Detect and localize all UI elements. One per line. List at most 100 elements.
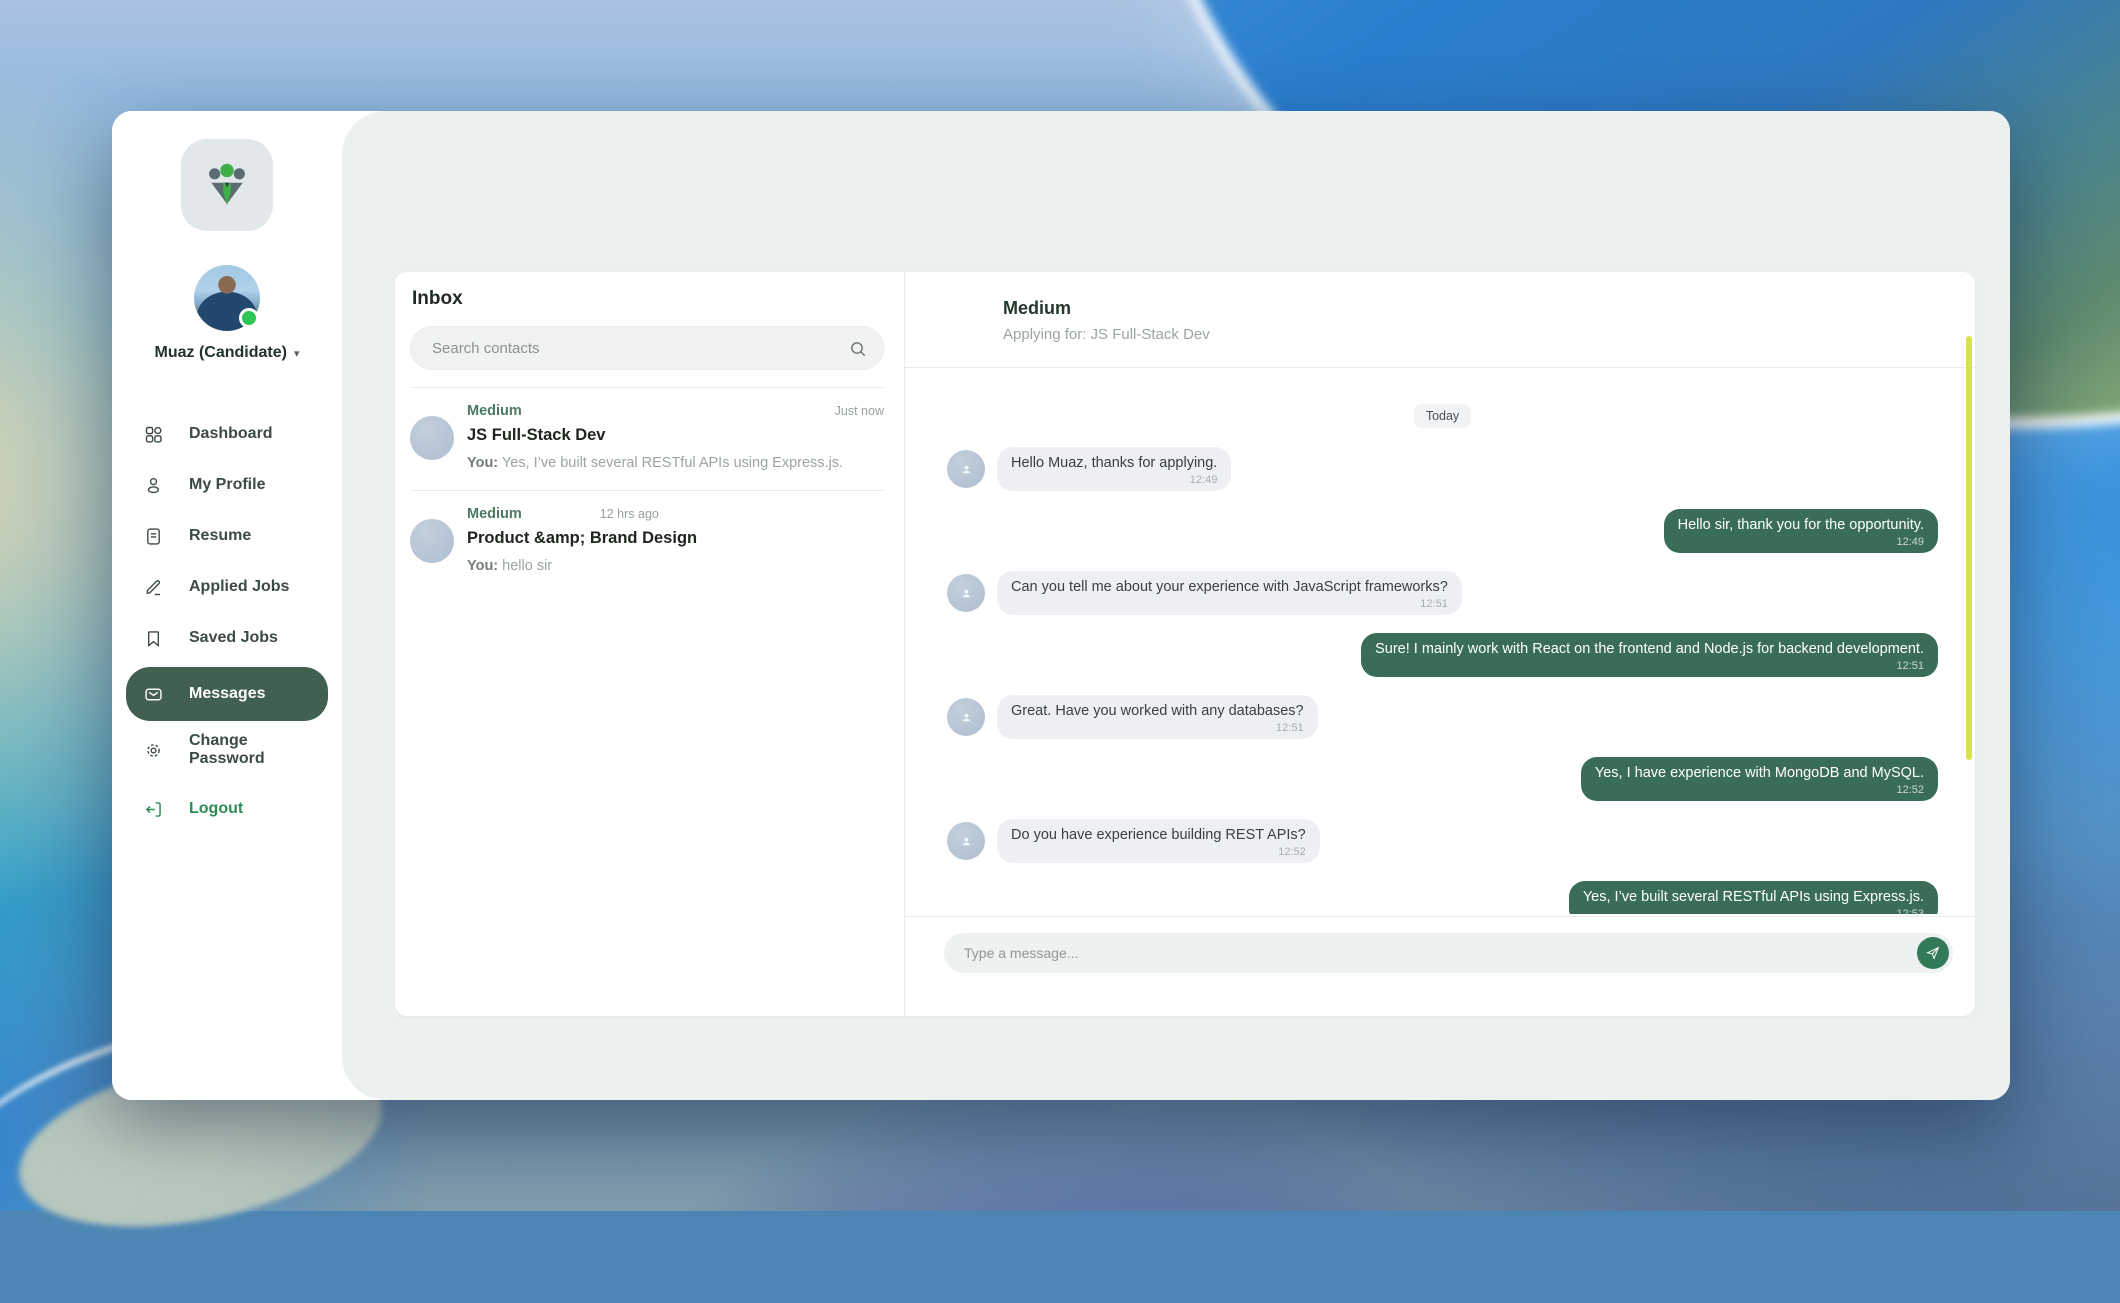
message-timestamp: 12:51 <box>1011 722 1304 735</box>
app-logo-icon <box>181 139 273 231</box>
user-avatar <box>194 265 260 331</box>
search-contacts <box>410 326 884 370</box>
sidebar-item-saved-jobs[interactable]: Saved Jobs <box>126 616 328 660</box>
message-row: Sure! I mainly work with React on the fr… <box>947 633 1938 677</box>
conversation-job-title: Product &amp; Brand Design <box>467 529 884 548</box>
sidebar-item-label: My Profile <box>189 476 265 494</box>
message-timestamp: 12:49 <box>1678 536 1924 549</box>
logout-label: Logout <box>189 800 243 818</box>
message-row: Yes, I’ve built several RESTful APIs usi… <box>947 881 1938 914</box>
app-window: Muaz (Candidate) ▾ Dashboard My Profile … <box>112 111 2010 1100</box>
sidebar-item-label: Change Password <box>189 732 311 768</box>
conversation-company: Medium <box>467 506 522 522</box>
sidebar-item-label: Dashboard <box>189 425 273 443</box>
message-bubble: Hello sir, thank you for the opportunity… <box>1664 509 1938 553</box>
chat-company-name: Medium <box>1003 298 1975 319</box>
sidebar-item-label: Saved Jobs <box>189 629 278 647</box>
send-plane-icon <box>1925 945 1941 961</box>
sidebar-item-messages[interactable]: Messages <box>126 667 328 721</box>
message-bubble: Yes, I’ve built several RESTful APIs usi… <box>1569 881 1938 914</box>
inbox-title: Inbox <box>412 288 884 310</box>
sender-avatar <box>947 822 985 860</box>
message-bubble: Great. Have you worked with any database… <box>997 695 1318 739</box>
logout-icon <box>143 799 164 820</box>
message-timestamp: 12:52 <box>1595 784 1924 797</box>
message-list: Today Hello Muaz, thanks for applying. 1… <box>905 369 1975 914</box>
sidebar-item-change-password[interactable]: Change Password <box>126 728 328 772</box>
profile-section: Muaz (Candidate) ▾ <box>112 265 342 362</box>
conversation-company: Medium <box>467 403 522 419</box>
preview-sender-prefix: You: <box>467 455 498 471</box>
message-row: Do you have experience building REST API… <box>947 819 1938 863</box>
search-icon <box>848 339 868 359</box>
message-row: Hello Muaz, thanks for applying. 12:49 <box>947 447 1938 491</box>
bookmark-icon <box>143 628 164 649</box>
gear-icon <box>143 740 164 761</box>
preview-sender-prefix: You: <box>467 558 498 574</box>
message-row: Great. Have you worked with any database… <box>947 695 1938 739</box>
message-bubble: Yes, I have experience with MongoDB and … <box>1581 757 1938 801</box>
mini-person-icon <box>959 462 974 477</box>
message-timestamp: 12:53 <box>1583 908 1924 914</box>
message-timestamp: 12:51 <box>1375 660 1924 673</box>
chat-scrollbar-thumb[interactable] <box>1966 336 1972 760</box>
conversation-job-title: JS Full-Stack Dev <box>467 426 884 445</box>
mini-person-icon <box>959 834 974 849</box>
sidebar-item-logout[interactable]: Logout <box>126 787 328 831</box>
message-timestamp: 12:52 <box>1011 846 1306 859</box>
contact-avatar <box>410 416 454 460</box>
online-status-dot <box>239 308 259 328</box>
message-composer <box>905 916 1975 1016</box>
user-icon <box>143 475 164 496</box>
sidebar-item-my-profile[interactable]: My Profile <box>126 463 328 507</box>
date-separator: Today <box>1414 404 1471 428</box>
sender-avatar <box>947 698 985 736</box>
conversation-timestamp: 12 hrs ago <box>600 507 659 521</box>
chat-subtitle: Applying for: JS Full-Stack Dev <box>1003 326 1975 343</box>
sidebar-item-dashboard[interactable]: Dashboard <box>126 412 328 456</box>
conversation-preview: You: Yes, I’ve built several RESTful API… <box>467 453 862 473</box>
pencil-icon <box>143 577 164 598</box>
conversation-preview: You: hello sir <box>467 556 862 576</box>
sidebar: Muaz (Candidate) ▾ Dashboard My Profile … <box>112 111 342 1100</box>
message-row: Can you tell me about your experience wi… <box>947 571 1938 615</box>
conversation-timestamp: Just now <box>835 404 884 418</box>
conversation-list: Medium Just now JS Full-Stack Dev You: Y… <box>410 387 884 593</box>
sidebar-item-resume[interactable]: Resume <box>126 514 328 558</box>
dashboard-grid-icon <box>143 424 164 445</box>
message-bubble: Do you have experience building REST API… <box>997 819 1320 863</box>
send-button[interactable] <box>1917 937 1949 969</box>
message-bubble: Hello Muaz, thanks for applying. 12:49 <box>997 447 1231 491</box>
sender-avatar <box>947 450 985 488</box>
sidebar-item-label: Applied Jobs <box>189 578 289 596</box>
content-area: Inbox Medium Just now JS Full-Stack Dev … <box>342 111 2010 1100</box>
user-menu[interactable]: Muaz (Candidate) ▾ <box>112 344 342 362</box>
sidebar-item-applied-jobs[interactable]: Applied Jobs <box>126 565 328 609</box>
message-bubble: Can you tell me about your experience wi… <box>997 571 1462 615</box>
chat-header: Medium Applying for: JS Full-Stack Dev <box>905 272 1975 368</box>
message-row: Yes, I have experience with MongoDB and … <box>947 757 1938 801</box>
mini-person-icon <box>959 586 974 601</box>
messages-card: Inbox Medium Just now JS Full-Stack Dev … <box>395 272 1975 1016</box>
envelope-icon <box>143 684 164 705</box>
sender-avatar <box>947 574 985 612</box>
user-name: Muaz (Candidate) <box>155 344 287 362</box>
message-row: Hello sir, thank you for the opportunity… <box>947 509 1938 553</box>
message-input[interactable] <box>962 944 1917 962</box>
sidebar-nav: Dashboard My Profile Resume Applied Jobs… <box>112 412 342 772</box>
document-icon <box>143 526 164 547</box>
message-input-pill <box>944 933 1953 973</box>
sidebar-item-label: Resume <box>189 527 251 545</box>
conversation-list-item[interactable]: Medium Just now JS Full-Stack Dev You: Y… <box>410 387 884 490</box>
contact-avatar <box>410 519 454 563</box>
message-timestamp: 12:49 <box>1011 474 1217 487</box>
inbox-panel: Inbox Medium Just now JS Full-Stack Dev … <box>395 272 905 1016</box>
chevron-down-icon: ▾ <box>294 347 300 360</box>
message-timestamp: 12:51 <box>1011 598 1448 611</box>
message-bubble: Sure! I mainly work with React on the fr… <box>1361 633 1938 677</box>
search-input[interactable] <box>430 339 839 358</box>
conversation-list-item[interactable]: Medium 12 hrs ago Product &amp; Brand De… <box>410 490 884 593</box>
chat-panel: Medium Applying for: JS Full-Stack Dev T… <box>905 272 1975 1016</box>
mini-person-icon <box>959 710 974 725</box>
sidebar-item-label: Messages <box>189 685 266 703</box>
